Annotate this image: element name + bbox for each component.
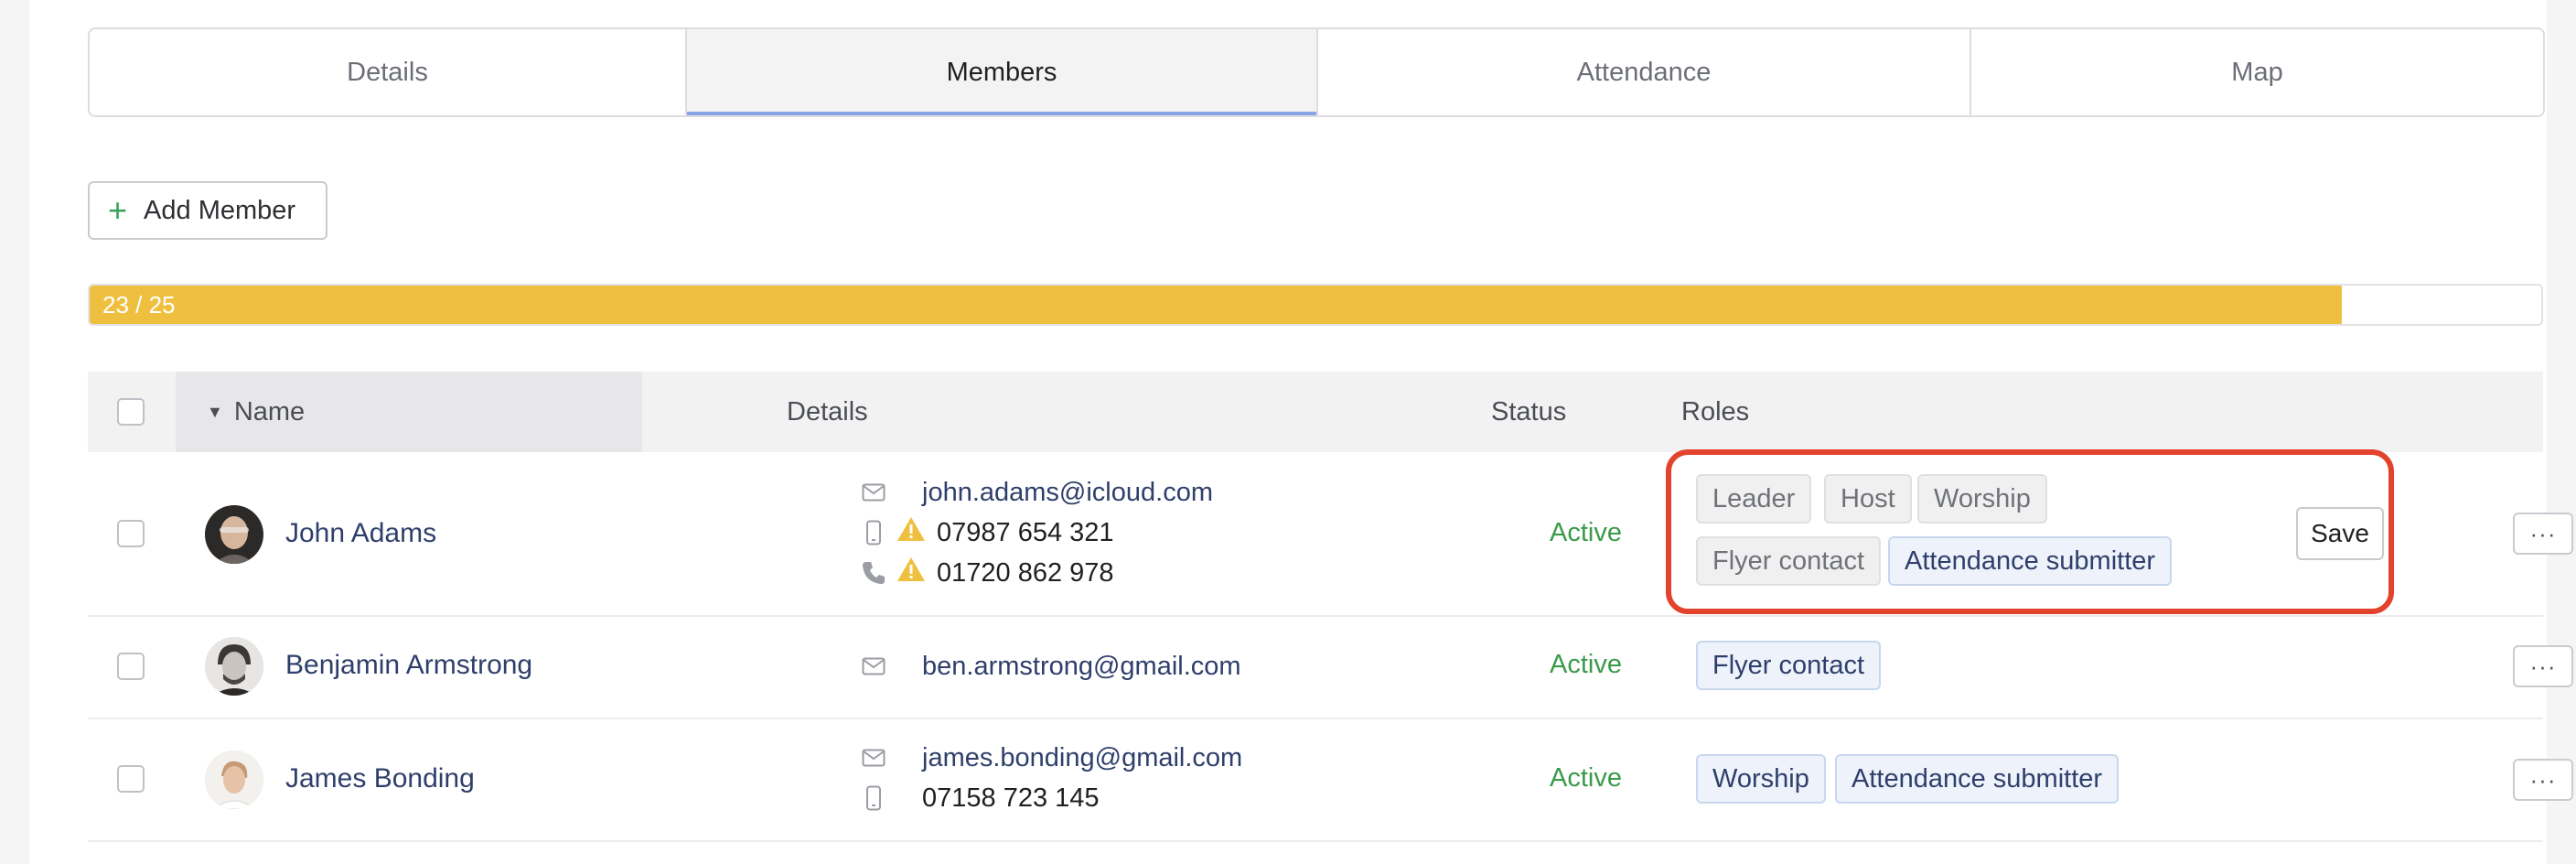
select-all-checkbox[interactable] <box>117 398 145 426</box>
more-icon: ··· <box>2529 652 2557 680</box>
phone-number: 01720 862 978 <box>937 557 1114 588</box>
role-tag-attendance-submitter: Attendance submitter <box>1835 754 2120 804</box>
plus-icon: + <box>108 191 128 229</box>
row-checkbox[interactable] <box>117 653 145 680</box>
member-name-link[interactable]: John Adams <box>285 518 436 549</box>
envelope-icon <box>860 479 887 506</box>
mobile-line: 07987 654 321 <box>860 514 1114 551</box>
capacity-text: 23 / 25 <box>102 290 176 319</box>
avatar <box>205 751 263 809</box>
email-line: ben.armstrong@gmail.com <box>860 648 1241 685</box>
tab-bar: Details Members Attendance Map <box>88 27 2545 117</box>
status-column-header: Status <box>1491 396 1567 427</box>
capacity-bar: 23 / 25 <box>88 284 2543 326</box>
mobile-number: 07987 654 321 <box>937 517 1114 547</box>
member-name-link[interactable]: Benjamin Armstrong <box>285 650 532 681</box>
sort-caret-icon: ▼ <box>207 402 223 421</box>
email-link[interactable]: ben.armstrong@gmail.com <box>922 652 1241 682</box>
envelope-icon <box>860 653 887 680</box>
add-member-label: Add Member <box>144 195 296 225</box>
more-actions-button[interactable]: ··· <box>2513 513 2573 555</box>
more-icon: ··· <box>2529 765 2557 794</box>
envelope-icon <box>860 744 887 772</box>
table-header: ▼ Name Details Status Roles <box>88 372 2543 452</box>
warning-icon <box>896 516 926 549</box>
row-checkbox[interactable] <box>117 765 145 793</box>
status-text: Active <box>1550 763 1622 793</box>
email-line: john.adams@icloud.com <box>860 474 1213 511</box>
status-text: Active <box>1550 650 1622 679</box>
add-member-button[interactable]: + Add Member <box>88 181 327 240</box>
capacity-bar-fill: 23 / 25 <box>90 286 2343 324</box>
role-editor-highlight <box>1666 449 2394 614</box>
mobile-icon <box>860 519 887 546</box>
avatar <box>205 505 263 564</box>
mobile-number: 07158 723 145 <box>922 783 1100 813</box>
more-actions-button[interactable]: ··· <box>2513 759 2573 801</box>
tab-map[interactable]: Map <box>1971 29 2543 115</box>
email-line: james.bonding@gmail.com <box>860 740 1242 776</box>
status-text: Active <box>1550 518 1622 547</box>
mobile-line: 07158 723 145 <box>860 780 1100 816</box>
member-name-link[interactable]: James Bonding <box>285 763 475 794</box>
more-icon: ··· <box>2529 519 2557 547</box>
tab-attendance[interactable]: Attendance <box>1318 29 1971 115</box>
table-row: James Bonding james.bonding@gmail.com 07… <box>88 718 2573 842</box>
role-tag-flyer-contact: Flyer contact <box>1696 641 1881 690</box>
warning-icon <box>896 556 926 589</box>
table-row: Benjamin Armstrong ben.armstrong@gmail.c… <box>88 615 2573 719</box>
tab-members[interactable]: Members <box>687 29 1318 115</box>
roles-column-header: Roles <box>1681 396 1750 427</box>
row-checkbox[interactable] <box>117 520 145 547</box>
email-link[interactable]: john.adams@icloud.com <box>922 478 1213 508</box>
phone-line: 01720 862 978 <box>860 555 1114 591</box>
name-column-header[interactable]: ▼ Name <box>207 372 305 452</box>
name-header-label: Name <box>233 396 306 427</box>
details-column-header: Details <box>787 396 868 427</box>
phone-icon <box>860 559 887 587</box>
avatar <box>205 637 263 696</box>
main-panel: Details Members Attendance Map + Add Mem… <box>29 0 2573 864</box>
mobile-icon <box>860 784 887 812</box>
tab-details[interactable]: Details <box>90 29 687 115</box>
more-actions-button[interactable]: ··· <box>2513 645 2573 687</box>
email-link[interactable]: james.bonding@gmail.com <box>922 743 1242 773</box>
role-tag-worship: Worship <box>1696 754 1826 804</box>
